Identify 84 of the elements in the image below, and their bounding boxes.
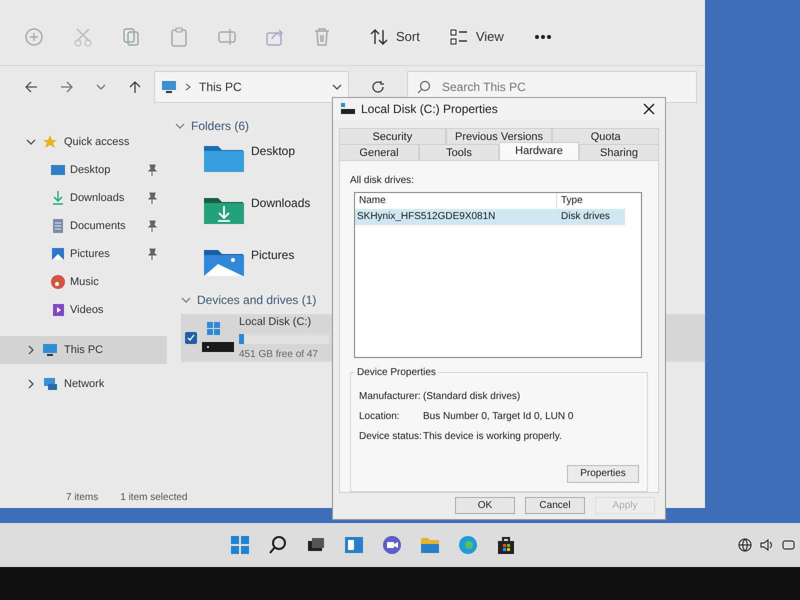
store-icon[interactable] bbox=[496, 535, 516, 555]
check-icon bbox=[187, 334, 195, 342]
volume-icon[interactable] bbox=[760, 538, 774, 552]
view-button[interactable]: View bbox=[450, 26, 504, 46]
section-heading: Folders (6) bbox=[191, 118, 250, 135]
chevron-down-icon[interactable] bbox=[332, 83, 342, 91]
sidebar-item[interactable]: Desktop bbox=[0, 156, 167, 184]
group-title: Device Properties bbox=[355, 364, 438, 380]
sidebar-item[interactable]: Network bbox=[0, 370, 167, 398]
properties-button[interactable]: Properties bbox=[567, 464, 639, 483]
chat-icon[interactable] bbox=[382, 535, 402, 555]
chevron-right-icon bbox=[185, 83, 191, 91]
chevron-right-icon[interactable] bbox=[26, 345, 36, 355]
view-icon bbox=[450, 28, 468, 44]
tab[interactable]: Security bbox=[339, 128, 446, 144]
sidebar-item[interactable]: Pictures bbox=[0, 240, 167, 268]
field-value: (Standard disk drives) bbox=[423, 390, 520, 404]
field-value: Bus Number 0, Target Id 0, LUN 0 bbox=[423, 410, 574, 424]
search-icon bbox=[417, 80, 431, 94]
tab[interactable]: Hardware bbox=[499, 142, 579, 160]
tab[interactable]: Quota bbox=[552, 128, 660, 144]
refresh-icon[interactable] bbox=[371, 80, 385, 94]
tab[interactable]: Previous Versions bbox=[446, 128, 552, 144]
address-path: This PC bbox=[199, 79, 242, 96]
desktop-icon bbox=[50, 162, 66, 178]
drive-free-space: 451 GB free of 47 bbox=[239, 348, 319, 362]
address-bar[interactable]: This PC bbox=[154, 71, 349, 103]
picture-icon bbox=[50, 246, 66, 262]
field-label: Device status: bbox=[359, 430, 423, 444]
drive-icon bbox=[201, 322, 235, 354]
chevron-down-icon[interactable] bbox=[175, 122, 185, 130]
sidebar-item[interactable]: Quick access bbox=[0, 128, 167, 156]
tab[interactable]: Sharing bbox=[579, 144, 659, 160]
folder-name[interactable]: Desktop bbox=[251, 142, 296, 160]
search-icon[interactable] bbox=[268, 535, 288, 555]
widgets-icon[interactable] bbox=[344, 535, 364, 555]
field-value: This device is working properly. bbox=[423, 430, 562, 444]
sort-icon bbox=[370, 28, 388, 46]
folder-name[interactable]: Pictures bbox=[251, 246, 294, 264]
status-item-count: 7 items bbox=[66, 490, 98, 504]
tab[interactable]: General bbox=[339, 144, 419, 160]
dialog-button[interactable]: Cancel bbox=[525, 497, 585, 514]
more-icon[interactable] bbox=[534, 34, 552, 40]
drive-icon bbox=[341, 102, 355, 115]
sidebar-item[interactable]: Music bbox=[0, 268, 167, 296]
sidebar-item[interactable]: Downloads bbox=[0, 184, 167, 212]
column-header[interactable]: Type bbox=[557, 192, 641, 209]
chevron-right-icon[interactable] bbox=[26, 379, 36, 389]
video-icon bbox=[50, 302, 66, 318]
field-label: Location: bbox=[359, 410, 401, 424]
section-heading: Devices and drives (1) bbox=[197, 292, 316, 309]
close-icon[interactable] bbox=[643, 102, 655, 115]
network-icon bbox=[42, 376, 58, 392]
chevron-down-icon[interactable] bbox=[26, 137, 36, 147]
document-icon bbox=[50, 218, 66, 234]
star-icon bbox=[42, 134, 58, 150]
tab[interactable]: Tools bbox=[419, 144, 499, 160]
sidebar-item[interactable]: This PC bbox=[0, 336, 167, 364]
back-icon[interactable] bbox=[24, 80, 38, 94]
checkbox[interactable] bbox=[185, 332, 197, 344]
up-icon[interactable] bbox=[128, 80, 142, 94]
drive-name: Local Disk (C:) bbox=[239, 315, 312, 330]
download-icon bbox=[50, 190, 66, 206]
list-label: All disk drives: bbox=[350, 174, 415, 188]
sort-button[interactable]: Sort bbox=[370, 26, 420, 46]
clipboard-icon[interactable] bbox=[170, 26, 188, 46]
sidebar-item[interactable]: Documents bbox=[0, 212, 167, 240]
monitor-icon bbox=[161, 80, 177, 94]
dialog-button[interactable]: OK bbox=[455, 497, 515, 514]
monitor-icon bbox=[42, 342, 58, 358]
music-icon bbox=[50, 274, 66, 290]
folder-name[interactable]: Downloads bbox=[251, 194, 310, 212]
forward-icon[interactable] bbox=[60, 80, 74, 94]
window-title: Local Disk (C:) Properties bbox=[361, 100, 499, 118]
sidebar-item[interactable]: Videos bbox=[0, 296, 167, 324]
status-selection: 1 item selected bbox=[120, 490, 188, 504]
start-icon[interactable] bbox=[230, 535, 250, 555]
globe-icon[interactable] bbox=[738, 538, 752, 552]
folder-icon[interactable] bbox=[420, 535, 440, 555]
battery-icon[interactable] bbox=[782, 540, 796, 550]
list-row[interactable]: SKHynix_HFS512GDE9X081N Disk drives bbox=[355, 208, 625, 225]
chevron-down-icon[interactable] bbox=[181, 296, 191, 304]
field-label: Manufacturer: bbox=[359, 390, 422, 404]
chevron-down-icon[interactable] bbox=[96, 83, 106, 91]
